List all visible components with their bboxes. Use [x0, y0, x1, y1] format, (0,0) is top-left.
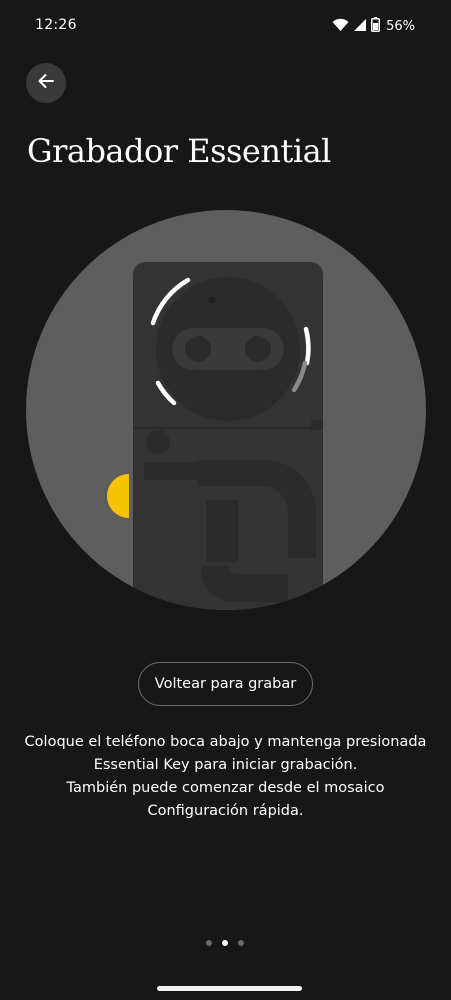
page-dot	[206, 940, 212, 946]
back-button[interactable]	[26, 63, 66, 103]
instructions-line: Configuración rápida.	[147, 803, 304, 819]
flip-to-record-button[interactable]: Voltear para grabar	[138, 662, 313, 706]
page-dot	[238, 940, 244, 946]
instructions-line: Coloque el teléfono boca abajo y manteng…	[24, 734, 427, 750]
arrow-left-icon	[37, 72, 55, 94]
status-time: 12:26	[35, 17, 77, 33]
phone-flip-illustration	[26, 210, 426, 610]
battery-icon	[371, 17, 381, 36]
page-title: Grabador Essential	[27, 132, 331, 170]
gesture-navigation-bar[interactable]	[157, 986, 302, 991]
page-indicator	[206, 940, 244, 946]
status-icons: 56%	[332, 17, 415, 36]
status-bar: 12:26 56%	[0, 0, 451, 54]
instructions-line: También puede comenzar desde el mosaico	[66, 780, 385, 796]
instructions-text: Coloque el teléfono boca abajo y manteng…	[20, 731, 431, 823]
page-dot-active	[222, 940, 228, 946]
signal-icon	[353, 17, 367, 36]
wifi-icon	[332, 17, 349, 36]
instructions-line: Essential Key para iniciar grabación.	[93, 757, 358, 773]
battery-percent: 56%	[386, 19, 415, 34]
